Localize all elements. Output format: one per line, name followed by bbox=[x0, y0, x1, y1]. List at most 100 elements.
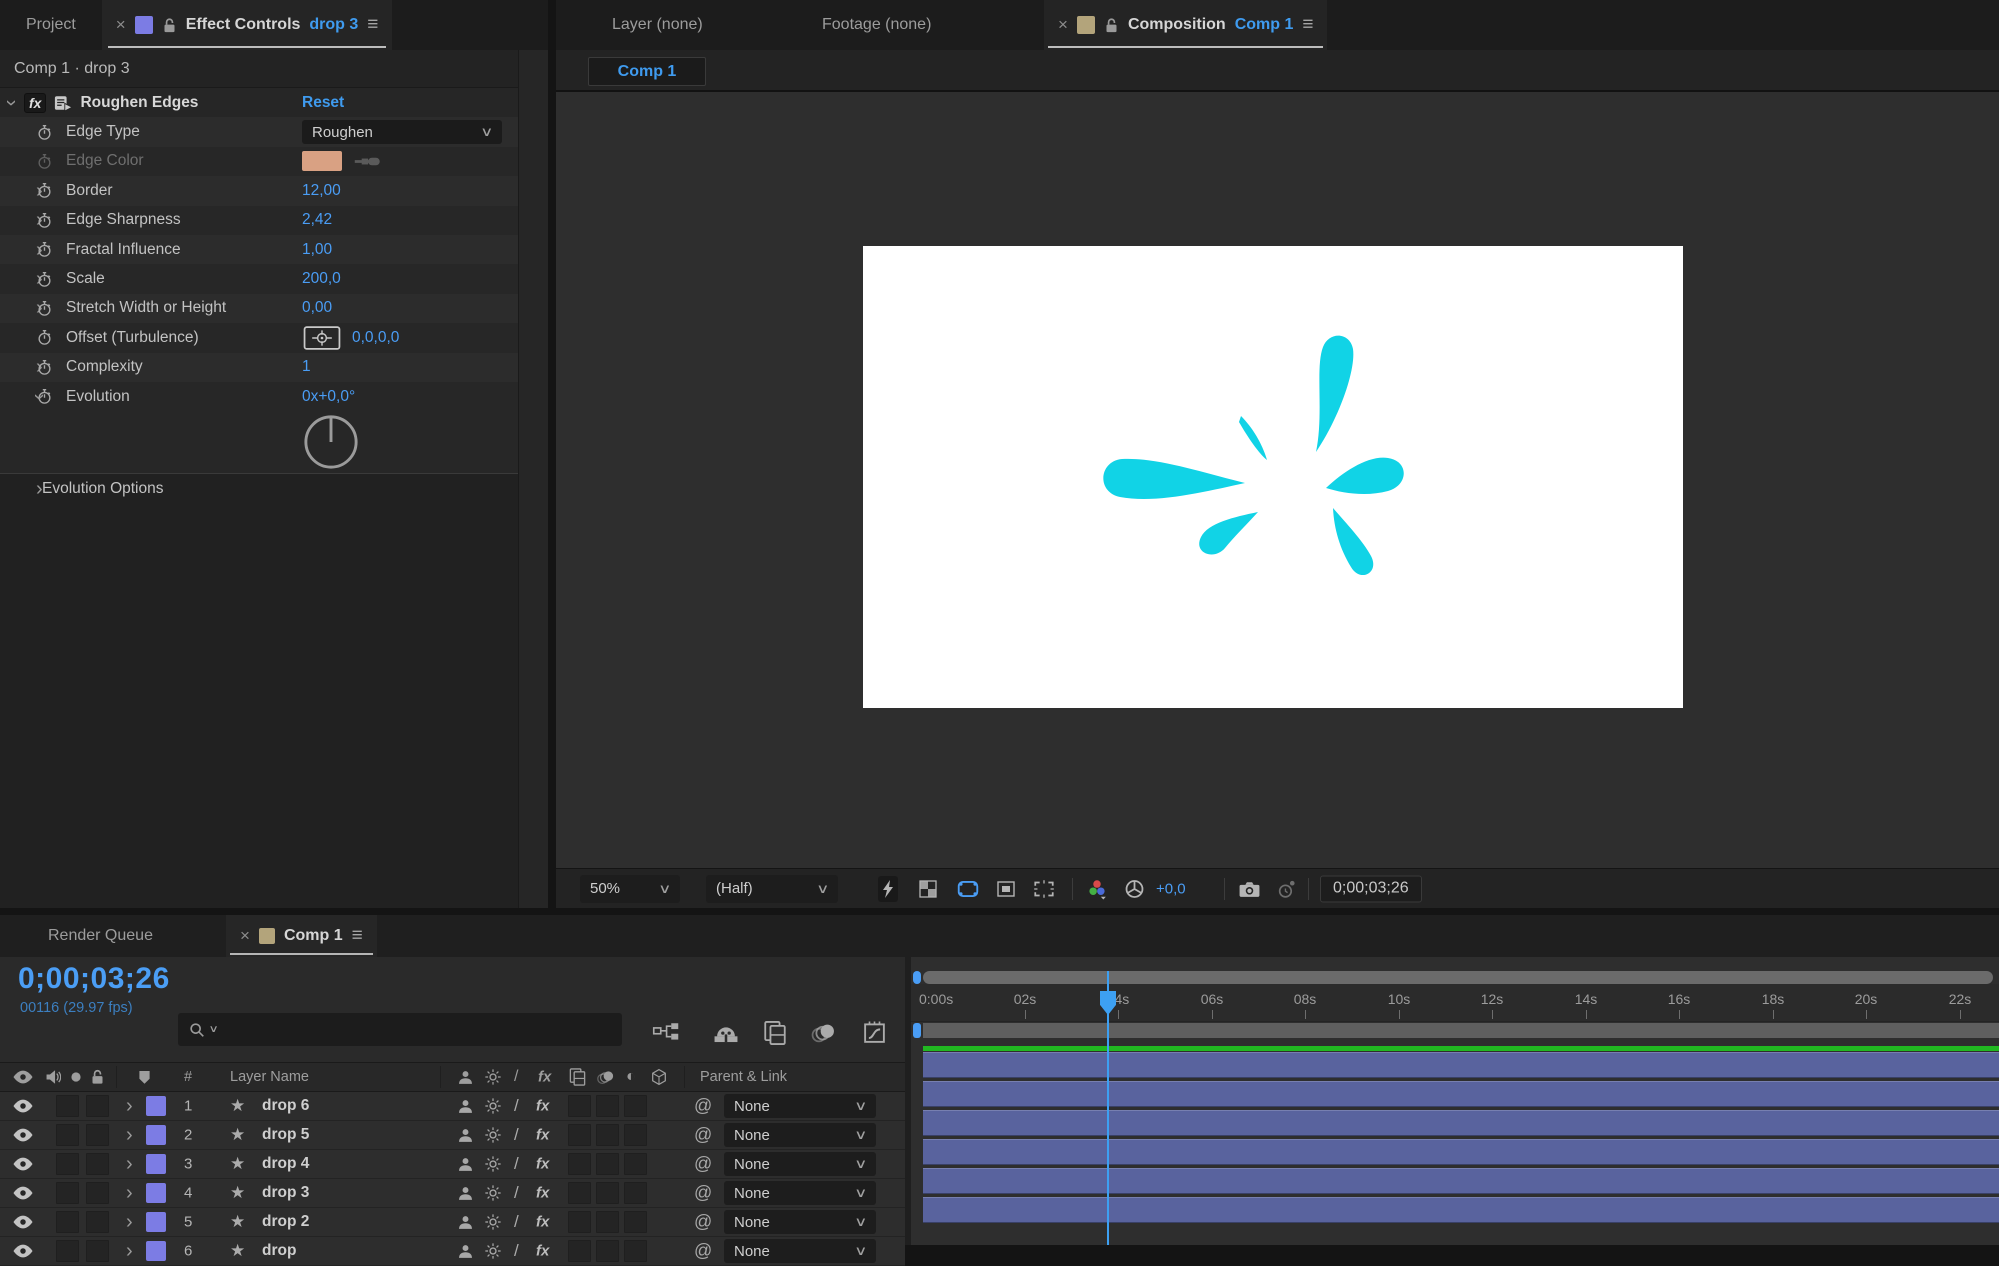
lock-toggle[interactable] bbox=[86, 1153, 109, 1175]
fast-preview-button[interactable] bbox=[878, 876, 898, 902]
expand-chevron-icon[interactable]: › bbox=[126, 1183, 133, 1203]
property-row-evolution-options[interactable]: › Evolution Options bbox=[0, 474, 518, 503]
layer-duration-bar[interactable] bbox=[923, 1168, 1999, 1194]
property-value[interactable]: 0,00 bbox=[302, 299, 332, 317]
quality-toggle[interactable]: / bbox=[514, 1241, 519, 1261]
expand-chevron-icon[interactable]: › bbox=[126, 1125, 133, 1145]
time-ruler[interactable]: 0:00s 02s 04s 06s 08s 10s 12s 14s 16s 18… bbox=[911, 984, 1999, 1022]
property-row-scale[interactable]: › Scale 200,0 bbox=[0, 264, 518, 293]
visibility-toggle[interactable] bbox=[12, 1186, 34, 1201]
stopwatch-icon[interactable] bbox=[36, 271, 53, 288]
panel-menu-icon[interactable]: ≡ bbox=[352, 925, 363, 947]
lock-toggle[interactable] bbox=[86, 1240, 109, 1262]
quality-toggle[interactable]: / bbox=[514, 1154, 519, 1174]
property-row-stretch[interactable]: › Stretch Width or Height 0,00 bbox=[0, 294, 518, 323]
solo-toggle[interactable] bbox=[56, 1095, 79, 1117]
collapse-toggle[interactable] bbox=[484, 1126, 502, 1144]
magnification-dropdown[interactable]: 50% ∨ bbox=[580, 875, 680, 903]
stopwatch-icon[interactable] bbox=[36, 182, 53, 199]
lock-toggle[interactable] bbox=[86, 1095, 109, 1117]
motion-blur-toggle[interactable] bbox=[596, 1240, 619, 1262]
3d-toggle[interactable] bbox=[624, 1182, 647, 1204]
property-row-complexity[interactable]: › Complexity 1 bbox=[0, 353, 518, 382]
label-color-swatch[interactable] bbox=[146, 1125, 166, 1145]
layer-row-drop2[interactable]: › 5 ★ drop 2 / fx @ None∨ bbox=[0, 1208, 905, 1237]
effect-header-row[interactable]: › fx Roughen Edges Reset bbox=[0, 88, 518, 117]
quality-toggle[interactable]: / bbox=[514, 1183, 519, 1203]
parent-link-column-header[interactable]: Parent & Link bbox=[700, 1069, 787, 1085]
frame-blend-toggle[interactable] bbox=[568, 1153, 591, 1175]
composition-stage[interactable] bbox=[863, 246, 1683, 708]
pick-whip-icon[interactable]: @ bbox=[694, 1125, 712, 1146]
close-icon[interactable]: × bbox=[240, 926, 250, 946]
effects-toggle[interactable]: fx bbox=[536, 1214, 549, 1231]
3d-toggle[interactable] bbox=[624, 1153, 647, 1175]
property-value[interactable]: 1,00 bbox=[302, 241, 332, 259]
property-row-border[interactable]: › Border 12,00 bbox=[0, 176, 518, 205]
tab-composition[interactable]: × Composition Comp 1 ≡ bbox=[1044, 0, 1327, 50]
lock-toggle[interactable] bbox=[86, 1211, 109, 1233]
solo-toggle[interactable] bbox=[56, 1124, 79, 1146]
unlock-icon[interactable] bbox=[162, 17, 177, 34]
panel-menu-icon[interactable]: ≡ bbox=[367, 14, 378, 36]
property-row-edge-type[interactable]: Edge Type Roughen ∨ bbox=[0, 117, 518, 146]
parent-dropdown[interactable]: None∨ bbox=[724, 1094, 876, 1118]
3d-toggle[interactable] bbox=[624, 1095, 647, 1117]
frame-blend-toggle[interactable] bbox=[568, 1095, 591, 1117]
shy-toggle[interactable] bbox=[456, 1244, 475, 1259]
expand-chevron-icon[interactable]: › bbox=[126, 1212, 133, 1232]
motion-blur-toggle[interactable] bbox=[596, 1153, 619, 1175]
label-color-swatch[interactable] bbox=[146, 1212, 166, 1232]
tab-layer[interactable]: Layer (none) bbox=[612, 0, 703, 50]
pick-whip-icon[interactable]: @ bbox=[694, 1212, 712, 1233]
tab-render-queue[interactable]: Render Queue bbox=[48, 915, 153, 957]
layer-duration-bar[interactable] bbox=[923, 1052, 1999, 1078]
mask-visibility-button[interactable] bbox=[956, 879, 980, 899]
frame-blend-toggle[interactable] bbox=[568, 1124, 591, 1146]
visibility-toggle[interactable] bbox=[12, 1244, 34, 1259]
frame-blend-toggle[interactable] bbox=[568, 1240, 591, 1262]
composition-mini-flowchart-button[interactable] bbox=[652, 1021, 680, 1043]
exposure-reset-button[interactable] bbox=[1124, 878, 1145, 899]
visibility-toggle[interactable] bbox=[12, 1099, 34, 1114]
solo-toggle[interactable] bbox=[56, 1182, 79, 1204]
property-value[interactable]: 12,00 bbox=[302, 182, 341, 200]
property-value[interactable]: 2,42 bbox=[302, 211, 332, 229]
snapshot-button[interactable] bbox=[1238, 879, 1261, 898]
layer-name[interactable]: drop 3 bbox=[262, 1184, 309, 1202]
quality-toggle[interactable]: / bbox=[514, 1125, 519, 1145]
reset-button[interactable]: Reset bbox=[302, 94, 344, 112]
solo-toggle[interactable] bbox=[56, 1240, 79, 1262]
unlock-icon[interactable] bbox=[1104, 17, 1119, 34]
shy-toggle[interactable] bbox=[456, 1186, 475, 1201]
visibility-toggle[interactable] bbox=[12, 1128, 34, 1143]
navigator-start-handle[interactable] bbox=[913, 971, 921, 984]
timeline-search-input[interactable]: ∨ bbox=[178, 1013, 622, 1046]
effects-toggle[interactable]: fx bbox=[536, 1127, 549, 1144]
fx-badge[interactable]: fx bbox=[24, 93, 46, 113]
layer-row-drop6[interactable]: › 1 ★ drop 6 / fx @ None∨ bbox=[0, 1092, 905, 1121]
stopwatch-icon[interactable] bbox=[36, 300, 53, 317]
property-row-offset[interactable]: Offset (Turbulence) 0,0,0,0 bbox=[0, 323, 518, 352]
parent-dropdown[interactable]: None∨ bbox=[724, 1123, 876, 1147]
property-row-edge-sharpness[interactable]: › Edge Sharpness 2,42 bbox=[0, 206, 518, 235]
frame-blending-button[interactable] bbox=[762, 1020, 788, 1046]
scrollbar-gutter[interactable] bbox=[518, 50, 548, 908]
stopwatch-icon[interactable] bbox=[36, 359, 53, 376]
collapse-toggle[interactable] bbox=[484, 1184, 502, 1202]
panel-menu-icon[interactable]: ≡ bbox=[1302, 14, 1313, 36]
quality-toggle[interactable]: / bbox=[514, 1096, 519, 1116]
property-value[interactable]: 0x+0,0° bbox=[302, 388, 355, 406]
draft-3d-button[interactable] bbox=[712, 1021, 740, 1044]
comp-selector-button[interactable]: Comp 1 bbox=[588, 57, 706, 86]
layer-duration-bar[interactable] bbox=[923, 1081, 1999, 1107]
pick-whip-icon[interactable]: @ bbox=[694, 1241, 712, 1262]
expand-chevron-icon[interactable]: › bbox=[126, 1154, 133, 1174]
layer-duration-bar[interactable] bbox=[923, 1139, 1999, 1165]
layer-name[interactable]: drop 2 bbox=[262, 1213, 309, 1231]
stopwatch-icon[interactable] bbox=[36, 329, 53, 346]
timeline-navigator-bar[interactable] bbox=[923, 971, 1993, 984]
3d-toggle[interactable] bbox=[624, 1211, 647, 1233]
edge-type-dropdown[interactable]: Roughen ∨ bbox=[302, 120, 502, 144]
shy-toggle[interactable] bbox=[456, 1157, 475, 1172]
